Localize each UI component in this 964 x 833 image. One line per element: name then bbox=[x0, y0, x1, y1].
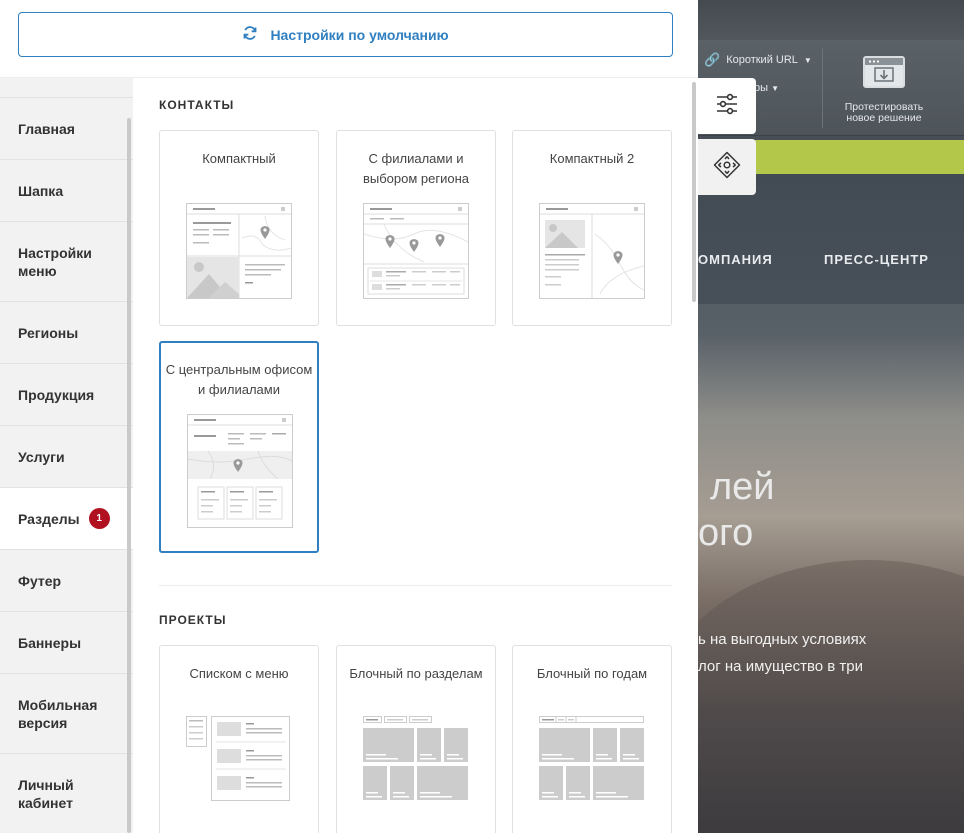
layout-preview-thumbnail bbox=[363, 716, 468, 800]
move-arrows-icon bbox=[713, 151, 741, 184]
layout-preview-thumbnail bbox=[363, 203, 469, 299]
section-title-projects: ПРОЕКТЫ bbox=[159, 613, 227, 627]
sidebar-item-services[interactable]: Услуги bbox=[0, 426, 133, 488]
card-title: Блочный по годам bbox=[536, 666, 648, 681]
contacts-option-compact[interactable]: Компактный bbox=[159, 130, 319, 326]
section-divider bbox=[159, 585, 672, 586]
sliders-icon bbox=[715, 92, 739, 121]
sidebar-item-mobile[interactable]: Мобильная версия bbox=[0, 674, 133, 754]
projects-option-list-with-menu[interactable]: Списком с меню bbox=[159, 645, 319, 833]
notification-badge: 1 bbox=[88, 508, 110, 529]
divider bbox=[822, 48, 823, 128]
contacts-option-compact-2[interactable]: Компактный 2 bbox=[512, 130, 672, 326]
layout-preview-thumbnail bbox=[187, 414, 293, 528]
chevron-down-icon: ▼ bbox=[803, 55, 812, 65]
sidebar-item-main[interactable]: Главная bbox=[0, 98, 133, 160]
layout-preview-thumbnail bbox=[539, 716, 644, 800]
layout-preview-thumbnail bbox=[539, 203, 645, 299]
nav-company[interactable]: ОМПАНИЯ bbox=[698, 252, 773, 267]
reset-label: Настройки по умолчанию bbox=[270, 26, 449, 43]
layout-preview-thumbnail bbox=[186, 203, 292, 299]
card-title: Компактный bbox=[202, 151, 276, 166]
settings-sliders-button[interactable] bbox=[698, 78, 756, 134]
hero-dune-shape bbox=[698, 560, 964, 833]
layout-preview-thumbnail bbox=[186, 716, 290, 801]
admin-topbar bbox=[698, 0, 964, 40]
card-title: Блочный по разделам bbox=[349, 666, 483, 681]
sidebar-item-account[interactable]: Личный кабинет bbox=[0, 754, 133, 833]
card-title: С центральным офисом и филиалами bbox=[165, 362, 313, 397]
card-title: С филиалами и выбором региона bbox=[362, 151, 470, 186]
reset-bar: Настройки по умолчанию bbox=[0, 0, 698, 78]
hero-text-line2: лог на имущество в три bbox=[698, 658, 863, 675]
sidebar-item-header[interactable]: Шапка bbox=[0, 160, 133, 222]
settings-panel: Настройки по умолчанию Главная Шапка Нас… bbox=[0, 0, 698, 833]
test-solution-button[interactable]: Протестировать новое решение bbox=[834, 102, 934, 124]
sidebar-item-sections[interactable]: Разделы 1 bbox=[0, 488, 133, 550]
hero-text-line1: ь на выгодных условиях bbox=[698, 631, 867, 648]
download-window-icon[interactable] bbox=[863, 56, 905, 88]
sidebar-item-menu-settings[interactable]: Настройки меню bbox=[0, 222, 133, 302]
refresh-icon bbox=[242, 25, 258, 44]
sidebar-scrollbar[interactable] bbox=[127, 118, 131, 833]
section-title-contacts: КОНТАКТЫ bbox=[159, 98, 235, 112]
move-panel-button[interactable] bbox=[698, 139, 756, 195]
projects-option-blocks-by-sections[interactable]: Блочный по разделам bbox=[336, 645, 496, 833]
projects-option-blocks-by-years[interactable]: Блочный по годам bbox=[512, 645, 672, 833]
hero-title-line2: ого bbox=[698, 512, 754, 554]
sidebar-item-banners[interactable]: Баннеры bbox=[0, 612, 133, 674]
card-title: Компактный 2 bbox=[549, 151, 635, 166]
reset-defaults-button[interactable]: Настройки по умолчанию bbox=[18, 12, 673, 57]
sidebar-item-footer[interactable]: Футер bbox=[0, 550, 133, 612]
filters-link[interactable]: ры ▼ bbox=[754, 82, 779, 94]
card-title: Списком с меню bbox=[189, 666, 289, 681]
contacts-option-central-office[interactable]: С центральным офисом и филиалами bbox=[159, 341, 319, 553]
sidebar-item-regions[interactable]: Регионы bbox=[0, 302, 133, 364]
short-url-link[interactable]: 🔗 Короткий URL ▼ bbox=[704, 52, 812, 68]
sidebar-item-products[interactable]: Продукция bbox=[0, 364, 133, 426]
contacts-option-branches-region[interactable]: С филиалами и выбором региона bbox=[336, 130, 496, 326]
link-icon: 🔗 bbox=[704, 52, 721, 67]
settings-sidebar: Главная Шапка Настройки меню Регионы Про… bbox=[0, 78, 133, 833]
hero-title-line1: лей bbox=[710, 466, 775, 508]
sections-content: КОНТАКТЫ Компактный С филиалами и выборо… bbox=[133, 78, 698, 833]
content-scrollbar[interactable] bbox=[692, 82, 696, 302]
nav-press-center[interactable]: ПРЕСС-ЦЕНТР bbox=[824, 252, 929, 267]
